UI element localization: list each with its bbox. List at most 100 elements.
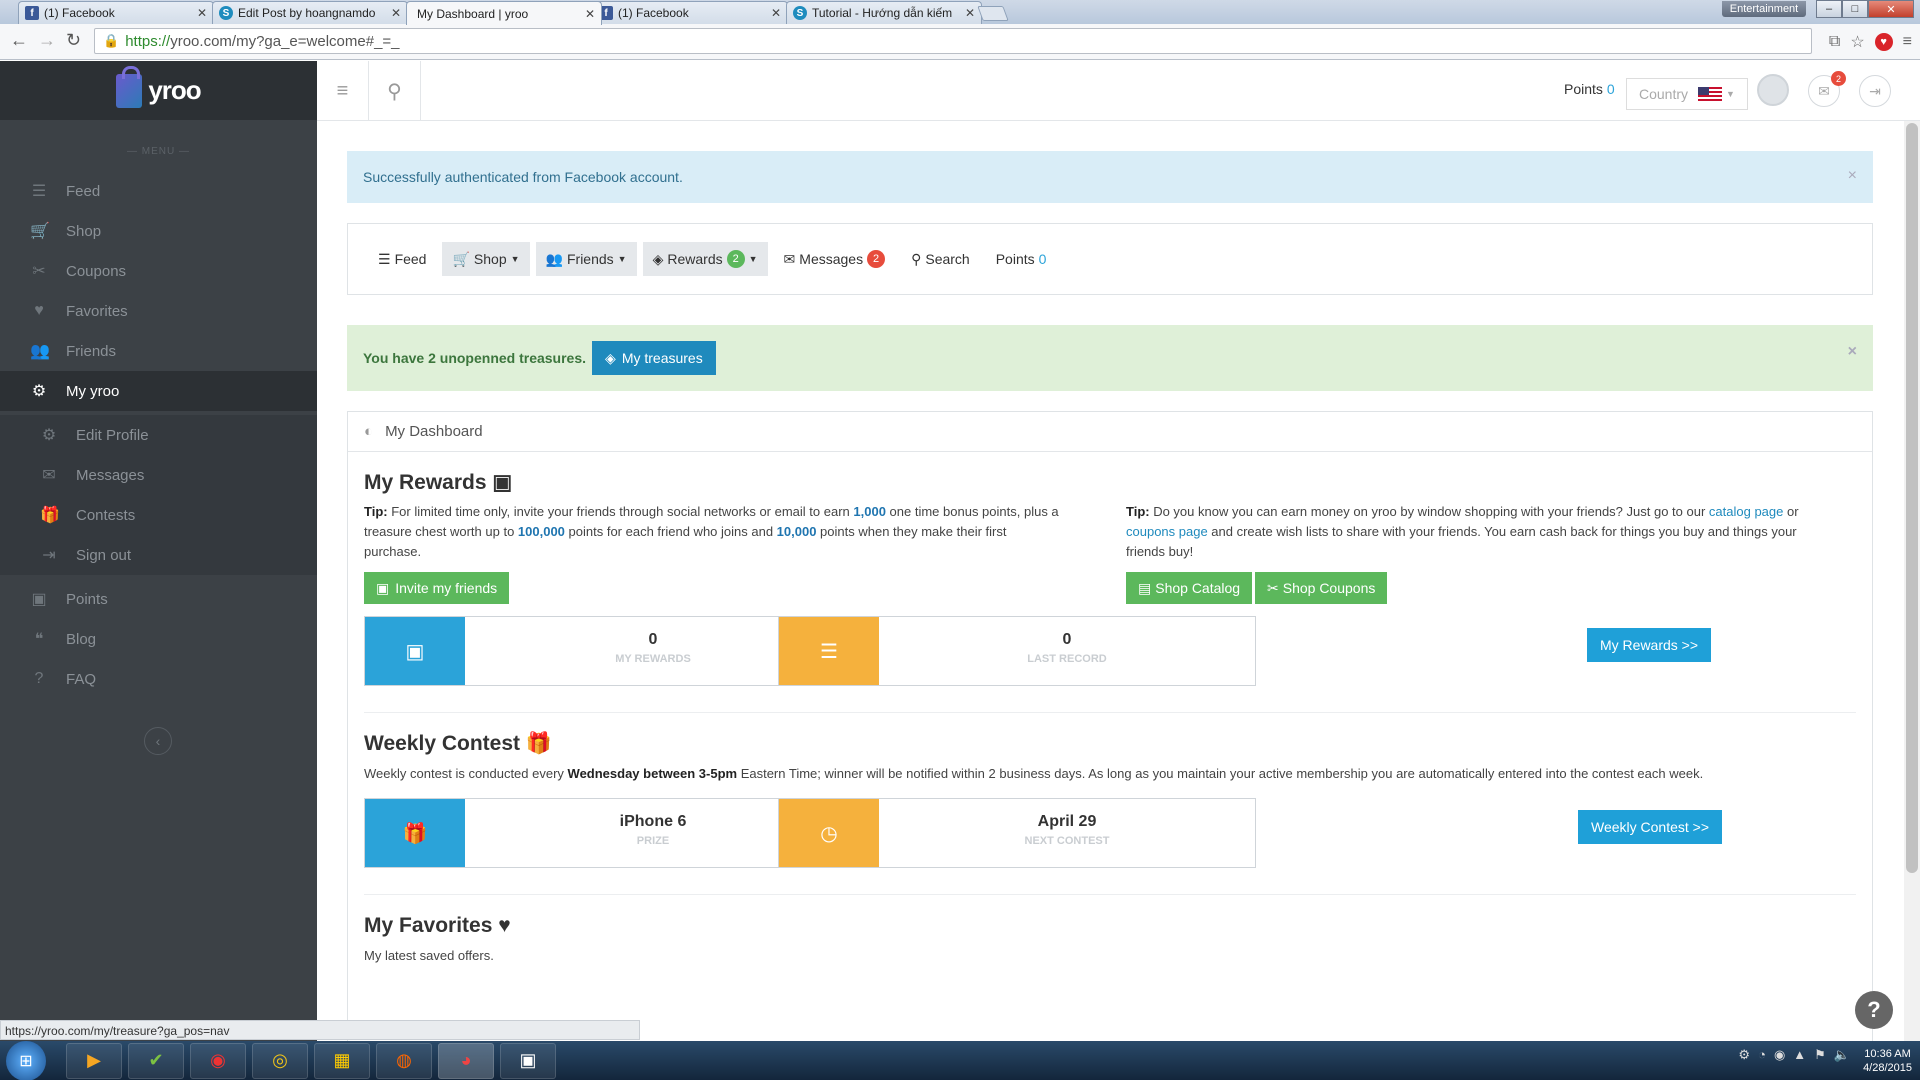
avatar[interactable]: [1757, 74, 1789, 106]
browser-tab[interactable]: f (1) Facebook ✕: [18, 1, 214, 24]
close-icon[interactable]: ×: [1848, 167, 1857, 185]
maximize-button[interactable]: □: [1842, 0, 1868, 18]
browser-tab-active[interactable]: My Dashboard | yroo ✕: [406, 1, 602, 25]
gears-icon: ⚙: [41, 427, 57, 444]
system-tray: ⚙ ◔ ◉ ▲ ⚑ 🔈: [1738, 1047, 1850, 1063]
firefox-icon[interactable]: ◍: [376, 1042, 432, 1079]
scrollbar-thumb[interactable]: [1906, 123, 1918, 873]
tab-close-icon[interactable]: ✕: [965, 6, 975, 20]
subnav-messages[interactable]: ✉ Messages 2: [774, 242, 896, 276]
subnav-shop-dropdown[interactable]: 🛒 Shop ▼: [442, 242, 530, 276]
sidebar-item-label: Contests: [76, 506, 136, 524]
app-yellow-icon[interactable]: ◎: [252, 1042, 308, 1079]
subnav-label: Feed: [394, 251, 427, 267]
help-question-icon[interactable]: ?: [1855, 991, 1893, 1029]
tab-close-icon[interactable]: ✕: [197, 6, 207, 20]
sidebar-item-contests[interactable]: 🎁 Contests: [0, 495, 317, 535]
sidebar-item-shop[interactable]: 🛒 Shop: [0, 211, 317, 251]
new-tab-button[interactable]: [977, 6, 1009, 21]
money-icon: ▣: [31, 591, 47, 608]
menu-icon[interactable]: ≡: [1903, 33, 1912, 51]
minimize-button[interactable]: –: [1816, 0, 1842, 18]
sidebar-item-label: Blog: [66, 630, 97, 648]
tray-icon[interactable]: ⚙: [1738, 1047, 1750, 1063]
subnav-points[interactable]: Points 0: [986, 242, 1057, 276]
subnav-friends-dropdown[interactable]: 👥 Friends ▼: [535, 242, 637, 276]
catalog-page-link[interactable]: catalog page: [1709, 504, 1783, 519]
system-clock[interactable]: 10:36 AM 4/28/2015: [1863, 1047, 1912, 1075]
chrome-icon[interactable]: ◕: [438, 1042, 494, 1079]
tip-text: Do you know you can earn money on yroo b…: [1149, 504, 1709, 519]
app-green-icon[interactable]: ✔: [128, 1042, 184, 1079]
rewards-badge: 2: [726, 250, 745, 268]
sidebar-item-friends[interactable]: 👥 Friends: [0, 331, 317, 371]
sidebar-item-favorites[interactable]: ♥ Favorites: [0, 291, 317, 331]
shop-catalog-button[interactable]: ▤ Shop Catalog: [1126, 572, 1253, 604]
back-arrow-icon[interactable]: ←: [10, 30, 28, 51]
stat-label: LAST RECORD: [1027, 653, 1107, 665]
sidebar-item-my-yroo[interactable]: ⚙ My yroo: [0, 371, 317, 411]
collapse-sidebar-button[interactable]: ‹: [144, 727, 172, 755]
my-rewards-link-button[interactable]: My Rewards >>: [1587, 628, 1712, 662]
coupons-page-link[interactable]: coupons page: [1126, 524, 1208, 539]
close-window-button[interactable]: ✕: [1868, 0, 1914, 18]
stat-value: 0: [1062, 631, 1072, 648]
shopping-bag-icon: [116, 65, 143, 108]
extension-icon[interactable]: ♥: [1874, 33, 1893, 51]
sidebar-item-label: Messages: [76, 466, 145, 484]
sidebar-item-points[interactable]: ▣ Points: [0, 579, 317, 619]
browser-tab[interactable]: S Tutorial - Hướng dẫn kiếm ✕: [786, 1, 982, 24]
diamond-icon: ◈: [605, 349, 616, 366]
toolbar-icons: ⧉ ☆ ♥ ≡: [1829, 32, 1912, 52]
browser-tab[interactable]: f (1) Facebook ✕: [592, 1, 788, 24]
sidebar-item-messages[interactable]: ✉ Messages: [0, 455, 317, 495]
forward-arrow-icon[interactable]: →: [38, 30, 56, 51]
logout-icon[interactable]: ⇥: [1859, 75, 1891, 107]
hamburger-menu-icon[interactable]: ≡: [317, 61, 369, 121]
subnav-feed[interactable]: ☰ Feed: [368, 242, 436, 276]
country-select[interactable]: Country ▼: [1626, 78, 1748, 110]
dashboard-panel: ◐ My Dashboard My Rewards ▣ Tip: For lim…: [347, 411, 1873, 1041]
sidebar-item-faq[interactable]: ? FAQ: [0, 659, 317, 699]
my-rewards-stat: ▣ 0 MY REWARDS: [364, 616, 842, 686]
media-player-icon[interactable]: ▶: [66, 1042, 122, 1079]
my-treasures-button[interactable]: ◈ My treasures: [592, 341, 716, 375]
close-icon[interactable]: ×: [1848, 343, 1857, 361]
weekly-contest-link-button[interactable]: Weekly Contest >>: [1578, 810, 1723, 844]
reload-icon[interactable]: ↻: [66, 30, 81, 51]
sidebar-item-sign-out[interactable]: ⇥ Sign out: [0, 535, 317, 575]
app-window-icon[interactable]: ▣: [500, 1042, 556, 1079]
tab-close-icon[interactable]: ✕: [391, 6, 401, 20]
translate-icon[interactable]: ⧉: [1829, 33, 1840, 51]
brand-logo[interactable]: yroo: [0, 61, 317, 120]
app-red-icon[interactable]: ◉: [190, 1042, 246, 1079]
volume-icon[interactable]: 🔈: [1834, 1047, 1850, 1063]
tray-icon[interactable]: ◔: [1758, 1047, 1766, 1063]
file-explorer-icon[interactable]: ▦: [314, 1042, 370, 1079]
tray-icon[interactable]: ◉: [1774, 1047, 1785, 1063]
subnav-search[interactable]: ⚲ Search: [901, 242, 980, 276]
address-bar[interactable]: 🔒 https:// yroo.com/my?ga_e=welcome#_=_: [94, 28, 1812, 54]
tab-title: (1) Facebook: [618, 6, 689, 20]
start-button[interactable]: ⊞: [6, 1040, 46, 1080]
tab-close-icon[interactable]: ✕: [771, 6, 781, 20]
sidebar-item-feed[interactable]: ☰ Feed: [0, 171, 317, 211]
header-points[interactable]: Points 0: [1564, 81, 1615, 97]
shop-coupons-button[interactable]: ✂ Shop Coupons: [1255, 572, 1388, 604]
flag-icon[interactable]: ⚑: [1814, 1047, 1826, 1063]
brand-name: yroo: [148, 75, 201, 105]
search-icon[interactable]: ⚲: [369, 61, 421, 121]
sidebar-item-blog[interactable]: ❝ Blog: [0, 619, 317, 659]
gears-icon: ⚙: [31, 383, 47, 400]
browser-tab[interactable]: S Edit Post by hoangnamdo ✕: [212, 1, 408, 24]
tab-close-icon[interactable]: ✕: [585, 7, 595, 21]
sidebar-item-coupons[interactable]: ✂ Coupons: [0, 251, 317, 291]
subnav-rewards-dropdown[interactable]: ◈ Rewards 2 ▼: [642, 242, 768, 276]
tray-icon[interactable]: ▲: [1793, 1047, 1806, 1063]
main-content: Successfully authenticated from Facebook…: [317, 121, 1920, 1041]
heart-icon: ♥: [34, 302, 44, 319]
tip-number: 100,000: [517, 524, 565, 539]
invite-friends-button[interactable]: ▣ Invite my friends: [364, 572, 510, 604]
sidebar-item-edit-profile[interactable]: ⚙ Edit Profile: [0, 415, 317, 455]
bookmark-star-icon[interactable]: ☆: [1850, 32, 1864, 52]
